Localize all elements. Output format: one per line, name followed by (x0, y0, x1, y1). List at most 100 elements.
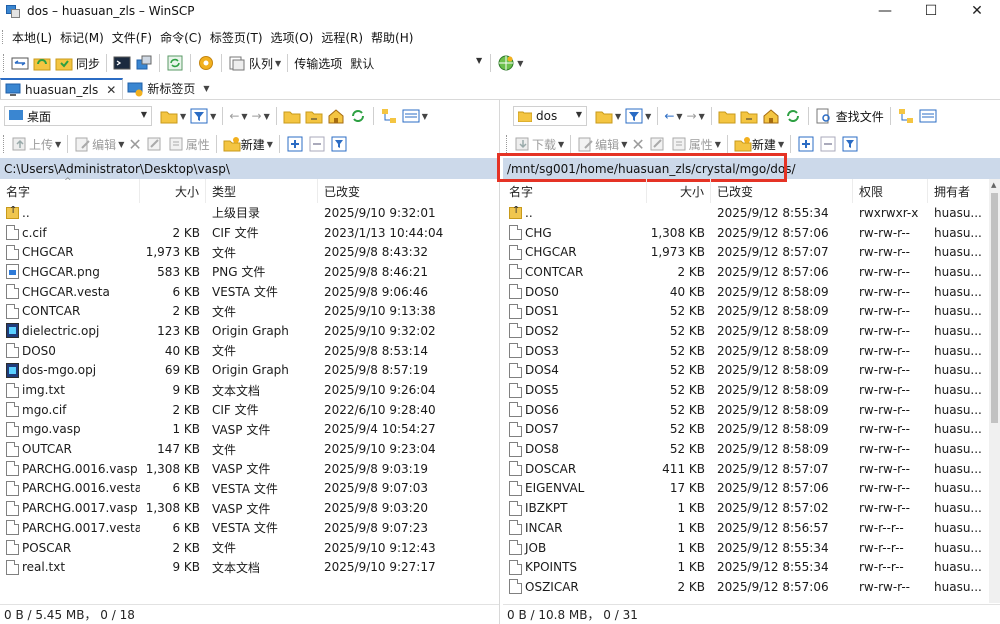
compare-directories-button[interactable] (9, 52, 31, 74)
remote-filter-select-button[interactable] (839, 133, 861, 155)
table-row[interactable]: DOS6 52 KB 2025/9/12 8:58:09 rw-rw-r-- huasu… (503, 400, 1000, 420)
menu-help[interactable]: 帮助(H) (367, 29, 417, 46)
table-row[interactable]: .. 2025/9/12 8:55:34 rwxrwxr-x huasu... (503, 203, 1000, 223)
tab-new[interactable]: 新标签页 ▼ (123, 78, 215, 99)
table-row[interactable]: OSZICAR 2 KB 2025/9/12 8:57:06 rw-rw-r-- hua… (503, 577, 1000, 597)
table-row[interactable]: OUTCAR 147 KB 文件 2025/9/10 9:23:04 (0, 439, 499, 459)
menu-commands[interactable]: 命令(C) (156, 29, 206, 46)
remote-refresh-button[interactable] (782, 105, 804, 127)
table-row[interactable]: CHGCAR 1,973 KB 文件 2025/9/8 8:43:32 (0, 242, 499, 262)
remote-view-button[interactable] (917, 105, 939, 127)
remote-select-button[interactable] (795, 133, 817, 155)
toolbar-grip[interactable] (506, 135, 510, 153)
local-new-button[interactable]: 新建 ▼ (221, 133, 275, 155)
remote-delete-button[interactable]: ✕ (629, 133, 646, 155)
menu-remote[interactable]: 远程(R) (317, 29, 367, 46)
close-tab-icon[interactable]: ✕ (106, 83, 116, 97)
table-row[interactable]: mgo.vasp 1 KB VASP 文件 2025/9/4 10:54:27 (0, 420, 499, 440)
table-row[interactable]: DOS3 52 KB 2025/9/12 8:58:09 rw-rw-r-- huasu… (503, 341, 1000, 361)
scrollbar-thumb[interactable] (991, 193, 998, 423)
menu-local[interactable]: 本地(L) (8, 29, 56, 46)
remote-root-dir-button[interactable] (738, 105, 760, 127)
remote-parent-dir-button[interactable] (716, 105, 738, 127)
col-owner[interactable]: 拥有者 (928, 179, 989, 203)
local-parent-dir-button[interactable] (281, 105, 303, 127)
table-row[interactable]: real.txt 9 KB 文本文档 2025/9/10 9:27:17 (0, 557, 499, 577)
table-row[interactable]: dos-mgo.opj 69 KB Origin Graph 2025/9/8 8:5… (0, 361, 499, 381)
menu-tabs[interactable]: 标签页(T) (206, 29, 267, 46)
remote-rename-button[interactable] (647, 133, 669, 155)
site-button[interactable]: ▼ (495, 52, 525, 74)
find-files-button[interactable]: 查找文件 (813, 105, 886, 127)
col-size[interactable]: 大小 (140, 179, 206, 203)
table-row[interactable]: DOS0 40 KB 文件 2025/9/8 8:53:14 (0, 341, 499, 361)
remote-forward-button[interactable]: → ▼ (685, 105, 707, 127)
remote-tree-button[interactable] (895, 105, 917, 127)
table-row[interactable]: DOS0 40 KB 2025/9/12 8:58:09 rw-rw-r-- huasu… (503, 282, 1000, 302)
table-row[interactable]: CHGCAR 1,973 KB 2025/9/12 8:57:07 rw-rw-r--… (503, 242, 1000, 262)
toolbar-grip[interactable] (3, 54, 7, 72)
remote-edit-button[interactable]: 编辑 ▼ (575, 133, 629, 155)
local-back-button[interactable]: ← ▼ (227, 105, 249, 127)
table-row[interactable]: PARCHG.0016.vesta 6 KB VESTA 文件 2025/9/8 9:… (0, 479, 499, 499)
minimize-button[interactable]: — (862, 0, 908, 22)
local-unselect-button[interactable] (306, 133, 328, 155)
table-row[interactable]: KPOINTS 1 KB 2025/9/12 8:55:34 rw-r--r-- hua… (503, 557, 1000, 577)
col-modified[interactable]: 已改变 (711, 179, 853, 203)
local-filter-select-button[interactable] (328, 133, 350, 155)
toolbar-grip[interactable] (3, 135, 7, 153)
local-select-button[interactable] (284, 133, 306, 155)
table-row[interactable]: DOS2 52 KB 2025/9/12 8:58:09 rw-rw-r-- huasu… (503, 321, 1000, 341)
transfer-settings-select[interactable]: 默认 ▼ (346, 53, 487, 73)
remote-new-button[interactable]: 新建 ▼ (732, 133, 786, 155)
col-rights[interactable]: 权限 (853, 179, 928, 203)
table-row[interactable]: CONTCAR 2 KB 2025/9/12 8:57:06 rw-rw-r-- hua… (503, 262, 1000, 282)
remote-unselect-button[interactable] (817, 133, 839, 155)
local-tree-button[interactable] (378, 105, 400, 127)
table-row[interactable]: PARCHG.0017.vasp 1,308 KB VASP 文件 2025/9/8 … (0, 498, 499, 518)
col-name[interactable]: 名字 ^ (0, 177, 140, 203)
remote-path-bar[interactable]: /mnt/sg001/home/huasuan_zls/crystal/mgo/… (497, 153, 1000, 182)
queue-button[interactable]: 队列 ▼ (226, 52, 283, 74)
table-row[interactable]: DOS4 52 KB 2025/9/12 8:58:09 rw-rw-r-- huasu… (503, 361, 1000, 381)
local-forward-button[interactable]: → ▼ (250, 105, 272, 127)
tab-huasuan-zls[interactable]: huasuan_zls ✕ (0, 78, 124, 99)
local-edit-button[interactable]: 编辑 ▼ (72, 133, 126, 155)
table-row[interactable]: DOSCAR 411 KB 2025/9/12 8:57:07 rw-rw-r-- hu… (503, 459, 1000, 479)
remote-properties-button[interactable]: 属性 ▼ (669, 133, 723, 155)
col-name[interactable]: 名字 (503, 179, 647, 203)
menu-grip[interactable] (2, 30, 5, 44)
remote-back-button[interactable]: ← ▼ (662, 105, 684, 127)
local-view-button[interactable]: ▼ (400, 105, 430, 127)
table-row[interactable]: DOS5 52 KB 2025/9/12 8:58:09 rw-rw-r-- huasu… (503, 380, 1000, 400)
local-root-dir-button[interactable] (303, 105, 325, 127)
remote-location-select[interactable]: dos ▼ (513, 106, 587, 126)
refresh-session-button[interactable] (164, 52, 186, 74)
upload-button[interactable]: 上传 ▼ (9, 133, 63, 155)
menu-file[interactable]: 文件(F) (108, 29, 156, 46)
table-row[interactable]: img.txt 9 KB 文本文档 2025/9/10 9:26:04 (0, 380, 499, 400)
local-path-bar[interactable]: C:\Users\Administrator\Desktop\vasp\ (0, 158, 499, 179)
local-properties-button[interactable]: 属性 (166, 133, 212, 155)
table-row[interactable]: PARCHG.0016.vasp 1,308 KB VASP 文件 2025/9/8 … (0, 459, 499, 479)
synchronize-button[interactable]: 同步 (53, 52, 102, 74)
table-row[interactable]: DOS1 52 KB 2025/9/12 8:58:09 rw-rw-r-- huasu… (503, 301, 1000, 321)
synchronize-dirs-button[interactable] (31, 52, 53, 74)
table-row[interactable]: .. 上级目录 2025/9/10 9:32:01 (0, 203, 499, 223)
local-open-dir-button[interactable]: ▼ (158, 105, 188, 127)
remote-open-dir-button[interactable]: ▼ (593, 105, 623, 127)
open-terminal-button[interactable] (111, 52, 133, 74)
local-home-dir-button[interactable] (325, 105, 347, 127)
col-type[interactable]: 类型 (206, 179, 318, 203)
table-row[interactable]: mgo.cif 2 KB CIF 文件 2022/6/10 9:28:40 (0, 400, 499, 420)
table-row[interactable]: IBZKPT 1 KB 2025/9/12 8:57:02 rw-rw-r-- huas… (503, 498, 1000, 518)
remote-scrollbar[interactable]: ▲ (989, 179, 1000, 603)
table-row[interactable]: DOS8 52 KB 2025/9/12 8:58:09 rw-rw-r-- huasu… (503, 439, 1000, 459)
table-row[interactable]: EIGENVAL 17 KB 2025/9/12 8:57:06 rw-rw-r-- h… (503, 479, 1000, 499)
local-filter-button[interactable]: ▼ (188, 105, 218, 127)
putty-button[interactable] (133, 52, 155, 74)
table-row[interactable]: c.cif 2 KB CIF 文件 2023/1/13 10:44:04 (0, 223, 499, 243)
local-delete-button[interactable]: ✕ (126, 133, 143, 155)
table-row[interactable]: INCAR 1 KB 2025/9/12 8:56:57 rw-r--r-- huasu… (503, 518, 1000, 538)
close-window-button[interactable]: ✕ (954, 0, 1000, 22)
